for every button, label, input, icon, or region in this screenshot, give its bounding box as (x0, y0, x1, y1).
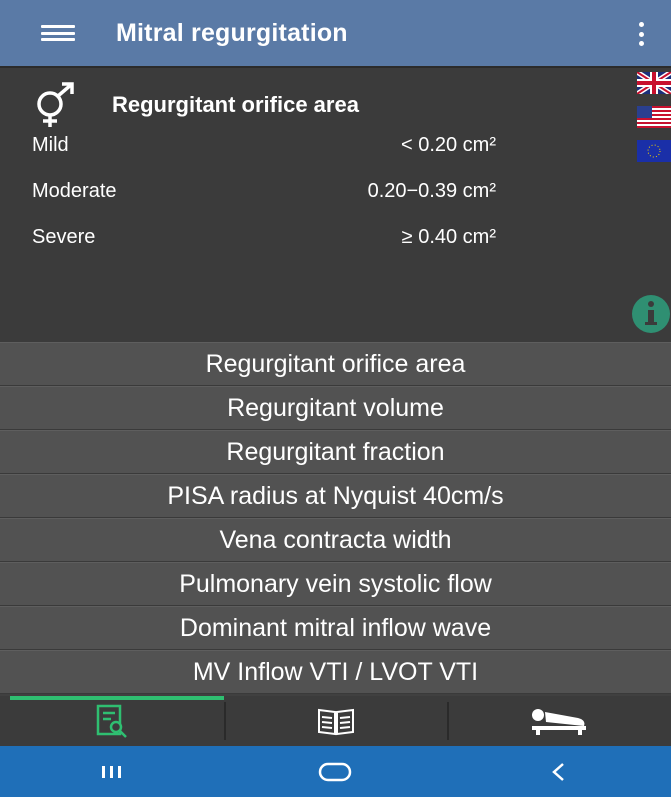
back-icon[interactable] (519, 746, 599, 797)
hamburger-menu-icon[interactable] (28, 0, 88, 67)
parameter-item[interactable]: MV Inflow VTI / LVOT VTI (0, 650, 671, 694)
grade-row-severe: Severe ≥ 0.40 cm² (0, 226, 600, 256)
app-title: Mitral regurgitation (116, 18, 348, 47)
parameter-item[interactable]: Vena contracta width (0, 518, 671, 562)
grade-value: 0.20−0.39 cm² (367, 180, 496, 202)
grade-value: < 0.20 cm² (400, 134, 496, 156)
grade-label: Moderate (32, 180, 117, 202)
grade-row-moderate: Moderate 0.20−0.39 cm² (0, 180, 600, 210)
male-female-icon (37, 82, 74, 127)
grade-label: Mild (32, 134, 69, 156)
uk-flag-icon[interactable] (637, 72, 671, 94)
book-icon (317, 708, 354, 736)
info-icon[interactable] (627, 294, 671, 334)
us-flag-icon[interactable] (637, 106, 671, 128)
result-panel: Regurgitant orifice area Mild < 0.20 cm²… (0, 68, 671, 342)
tab-book[interactable] (223, 696, 448, 746)
screen: Mitral regurgitation Regurgitant orifice… (0, 0, 671, 797)
document-search-icon (96, 704, 127, 738)
grade-label: Severe (32, 226, 96, 248)
bottom-tab-bar (0, 696, 671, 746)
parameter-list: Regurgitant orifice area Regurgitant vol… (0, 342, 671, 694)
patient-bed-icon (532, 709, 587, 735)
system-navigation-bar (0, 746, 671, 797)
grade-row-mild: Mild < 0.20 cm² (0, 134, 600, 164)
parameter-item[interactable]: Regurgitant orifice area (0, 342, 671, 386)
parameter-item[interactable]: Dominant mitral inflow wave (0, 606, 671, 650)
more-vert-icon[interactable] (635, 22, 647, 46)
app-bar: Mitral regurgitation (0, 0, 671, 68)
parameter-item[interactable]: Regurgitant fraction (0, 430, 671, 474)
tab-document-search[interactable] (0, 696, 224, 746)
eu-flag-icon[interactable] (637, 140, 671, 162)
parameter-item[interactable]: Regurgitant volume (0, 386, 671, 430)
result-title: Regurgitant orifice area (112, 92, 359, 117)
grade-value: ≥ 0.40 cm² (401, 226, 496, 248)
parameter-item[interactable]: PISA radius at Nyquist 40cm/s (0, 474, 671, 518)
recents-icon[interactable] (72, 746, 152, 797)
home-icon[interactable] (295, 746, 375, 797)
parameter-item[interactable]: Pulmonary vein systolic flow (0, 562, 671, 606)
tab-patient[interactable] (447, 696, 671, 746)
